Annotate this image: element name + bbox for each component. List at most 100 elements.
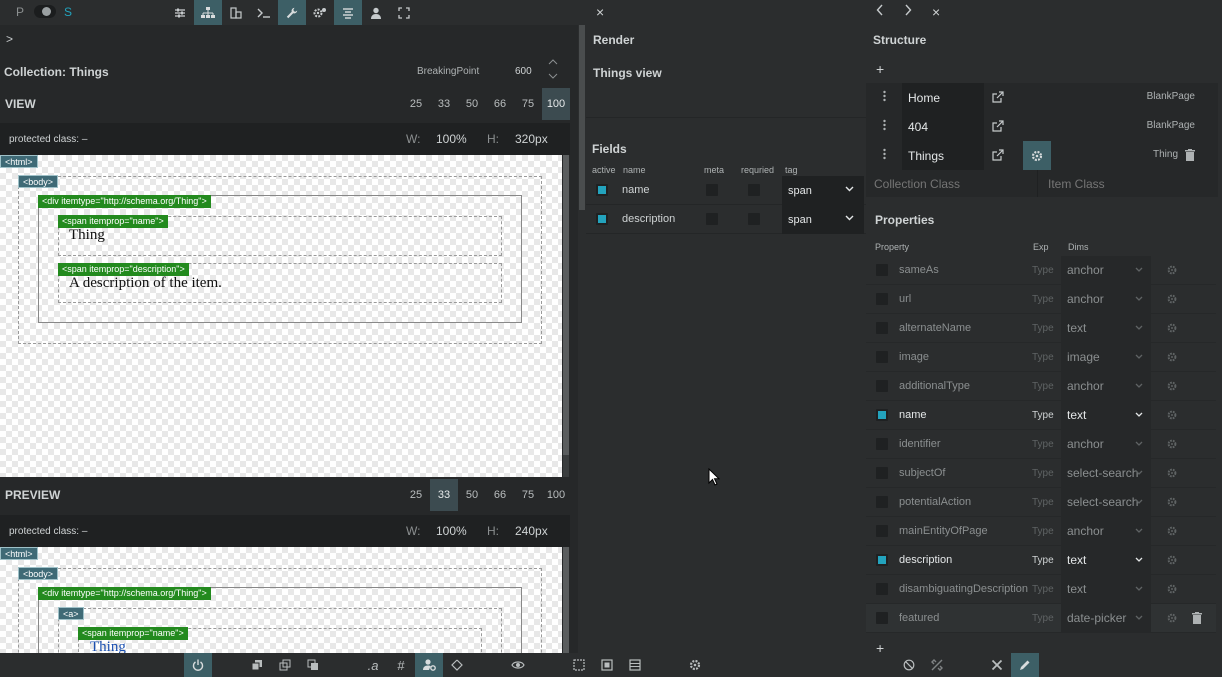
view-canvas[interactable]: <html> <body> <div itemtype="http://sche… <box>0 155 562 477</box>
preview-div-tag[interactable]: <div itemtype="http://schema.org/Thing"> <box>38 587 211 600</box>
property-type-label[interactable]: Type <box>1032 401 1054 429</box>
stepper-up-icon[interactable] <box>548 59 558 65</box>
stepper-down-icon[interactable] <box>548 73 558 79</box>
property-row[interactable]: alternateName Type text <box>866 314 1216 343</box>
property-type-label[interactable]: Type <box>1032 488 1054 516</box>
property-settings-button[interactable] <box>1167 314 1177 342</box>
attributes-button[interactable] <box>415 653 443 677</box>
code-button[interactable] <box>443 653 471 677</box>
page-row[interactable]: Home BlankPage <box>866 83 1218 112</box>
property-active-checkbox[interactable] <box>876 525 888 537</box>
drag-handle-icon[interactable] <box>883 119 886 131</box>
property-dim-select[interactable]: select-search <box>1061 488 1151 516</box>
field-tag-select[interactable]: span <box>782 176 864 205</box>
field-meta-checkbox[interactable] <box>706 184 718 196</box>
select-inner-button[interactable] <box>593 653 621 677</box>
preview-width-100[interactable]: 100 <box>542 479 570 511</box>
property-active-checkbox[interactable] <box>876 583 888 595</box>
property-type-label[interactable]: Type <box>1032 372 1054 400</box>
property-active-checkbox[interactable] <box>876 438 888 450</box>
width-value[interactable]: 100% <box>436 132 467 146</box>
property-active-checkbox[interactable] <box>876 467 888 479</box>
preview-scrollbar[interactable] <box>563 547 569 653</box>
property-type-label[interactable]: Type <box>1032 314 1054 342</box>
property-active-checkbox[interactable] <box>876 264 888 276</box>
property-dim-select[interactable]: text <box>1061 575 1151 603</box>
preview-width-66[interactable]: 66 <box>486 479 514 511</box>
collapse-arrow-icon[interactable]: > <box>6 32 13 46</box>
visibility-button[interactable] <box>504 653 532 677</box>
property-row[interactable]: image Type image <box>866 343 1216 372</box>
property-type-label[interactable]: Type <box>1032 604 1054 632</box>
property-delete-button[interactable] <box>1192 604 1202 632</box>
property-settings-button[interactable] <box>1167 372 1177 400</box>
property-row[interactable]: additionalType Type anchor <box>866 372 1216 401</box>
property-dim-select[interactable]: anchor <box>1061 430 1151 458</box>
external-link-icon[interactable] <box>992 149 1004 161</box>
user-button[interactable] <box>362 0 390 25</box>
property-active-checkbox[interactable] <box>876 554 888 566</box>
field-meta-checkbox[interactable] <box>706 213 718 225</box>
property-type-label[interactable]: Type <box>1032 256 1054 284</box>
property-settings-button[interactable] <box>1167 575 1177 603</box>
view-width-75[interactable]: 75 <box>514 88 542 120</box>
property-active-checkbox[interactable] <box>876 380 888 392</box>
property-dim-select[interactable]: select-search <box>1061 459 1151 487</box>
property-row[interactable]: potentialAction Type select-search <box>866 488 1216 517</box>
view-width-66[interactable]: 66 <box>486 88 514 120</box>
property-settings-button[interactable] <box>1167 430 1177 458</box>
blocks-button[interactable] <box>222 0 250 25</box>
tools-button[interactable] <box>983 653 1011 677</box>
select-frame-button[interactable] <box>565 653 593 677</box>
div-tag[interactable]: <div itemtype="http://schema.org/Thing"> <box>38 195 211 208</box>
property-row[interactable]: disambiguatingDescription Type text <box>866 575 1216 604</box>
property-type-label[interactable]: Type <box>1032 459 1054 487</box>
property-dim-select[interactable]: image <box>1061 343 1151 371</box>
field-active-checkbox[interactable] <box>596 213 608 225</box>
view-width-50[interactable]: 50 <box>458 88 486 120</box>
view-width-25[interactable]: 25 <box>402 88 430 120</box>
html-tag[interactable]: <html> <box>0 155 38 168</box>
view-width-33[interactable]: 33 <box>430 88 458 120</box>
property-row[interactable]: identifier Type anchor <box>866 430 1216 459</box>
preview-body-tag[interactable]: <body> <box>18 567 59 580</box>
page-settings-button[interactable] <box>1023 141 1051 170</box>
preview-canvas[interactable]: <html> <body> <div itemtype="http://sche… <box>0 547 562 653</box>
property-settings-button[interactable] <box>1167 546 1177 574</box>
property-active-checkbox[interactable] <box>876 322 888 334</box>
property-row[interactable]: url Type anchor <box>866 285 1216 314</box>
page-name-field[interactable]: Home <box>902 83 984 112</box>
fullscreen-button[interactable] <box>390 0 418 25</box>
layer-middle-button[interactable] <box>271 653 299 677</box>
preview-width-value[interactable]: 100% <box>436 524 467 538</box>
layer-front-button[interactable] <box>299 653 327 677</box>
property-type-label[interactable]: Type <box>1032 430 1054 458</box>
property-active-checkbox[interactable] <box>876 351 888 363</box>
property-row[interactable]: name Type text <box>866 401 1216 430</box>
preview-a-tag[interactable]: <a> <box>58 607 84 620</box>
field-active-checkbox[interactable] <box>596 184 608 196</box>
sitemap-button[interactable] <box>194 0 222 25</box>
property-dim-select[interactable]: text <box>1061 546 1151 574</box>
drag-handle-icon[interactable] <box>883 90 886 102</box>
field-required-checkbox[interactable] <box>748 213 760 225</box>
property-type-label[interactable]: Type <box>1032 343 1054 371</box>
property-row[interactable]: subjectOf Type select-search <box>866 459 1216 488</box>
property-active-checkbox[interactable] <box>876 293 888 305</box>
id-button[interactable]: # <box>387 653 415 677</box>
power-button[interactable] <box>184 653 212 677</box>
property-dim-select[interactable]: text <box>1061 401 1151 429</box>
add-page-button[interactable]: + <box>876 61 884 77</box>
item-class-input[interactable] <box>1040 170 1218 197</box>
property-settings-button[interactable] <box>1167 401 1177 429</box>
page-name-field[interactable]: Things <box>902 141 984 170</box>
property-type-label[interactable]: Type <box>1032 546 1054 574</box>
align-button[interactable] <box>334 0 362 25</box>
property-type-label[interactable]: Type <box>1032 517 1054 545</box>
bottom-settings-button[interactable] <box>681 653 709 677</box>
property-settings-button[interactable] <box>1167 488 1177 516</box>
class-button[interactable]: .a <box>359 653 387 677</box>
sliders-button[interactable] <box>166 0 194 25</box>
unlink-button[interactable] <box>923 653 951 677</box>
property-dim-select[interactable]: anchor <box>1061 285 1151 313</box>
